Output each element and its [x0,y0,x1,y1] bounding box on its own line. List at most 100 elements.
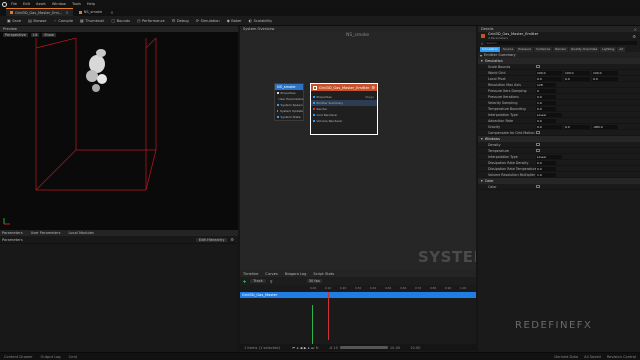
tab-ns-smoke[interactable]: NS_smoke × [75,8,118,16]
thumbnail-button[interactable]: ▦ Thumbnail [79,17,105,25]
skip-end-icon[interactable]: ⏭ [311,346,314,350]
filter-tab-quality-overrides[interactable]: Quality Overrides [568,46,600,52]
params-tab-1[interactable]: User Parameters [31,231,61,235]
property-value-field[interactable]: 100.0 [564,70,590,75]
timeline-tab-3[interactable]: Script Stats [313,272,334,276]
track-button[interactable]: Track [250,279,266,283]
details-tab[interactable]: Details [481,27,493,31]
system-overview-tab[interactable]: System Overview [243,27,274,31]
timeline-tab-1[interactable]: Curves [265,272,277,276]
system-overview-graph[interactable]: System Overview NS_smoke NS_smoke Proper… [240,26,476,270]
performance-button[interactable]: ◷ Performance [136,17,166,25]
property-value-field[interactable]: 0.0 [592,76,618,81]
status-all-saved[interactable]: All Saved [584,355,601,359]
next-frame-icon[interactable]: ▸ [308,346,310,350]
save-button[interactable]: ▣ Save [6,17,22,25]
range-scrollbar[interactable] [339,346,388,349]
debug-button[interactable]: ⚙ Debug [171,17,190,25]
filter-tab-pressure[interactable]: Pressure [516,46,534,52]
property-value-field[interactable]: -980.0 [592,124,618,129]
settings-icon[interactable]: ⚙ [632,34,636,39]
tab-emitter[interactable]: Grid3D_Gas_Master_Emi... × [6,8,73,16]
prev-frame-icon[interactable]: ◂ [297,346,299,350]
menu-asset[interactable]: Asset [36,2,46,6]
emitter-track-bar[interactable] [310,291,476,340]
status-content-drawer[interactable]: Content Drawer [4,355,33,359]
close-icon[interactable]: × [110,10,113,15]
close-icon[interactable]: × [65,10,68,15]
property-value-field[interactable]: 1.0 [536,172,556,177]
property-value-field[interactable]: 0.0 [536,166,556,171]
filter-tab-render[interactable]: Render [553,46,568,52]
browse-button[interactable]: ▤ Browse [27,17,47,25]
preview-viewport[interactable]: Preview Perspective Lit Show [0,26,238,230]
compile-button[interactable]: ✓ Compile [52,17,74,25]
menu-tools[interactable]: Tools [72,2,81,6]
property-value-field[interactable]: 0.0 [536,160,556,165]
loop-icon[interactable]: ↻ [316,346,319,350]
edit-hierarchy-button[interactable]: Edit Hierarchy [195,237,228,242]
params-tab-2[interactable]: Local Modules [68,231,93,235]
menu-edit[interactable]: Edit [23,2,30,6]
filter-icon[interactable]: ⚲ [270,279,273,284]
property-value-field[interactable]: 128 [536,82,556,87]
property-checkbox[interactable] [536,142,540,147]
property-value-field[interactable]: Linear [536,112,562,117]
show-button[interactable]: Show [42,33,56,37]
property-value-field[interactable]: 0.0 [536,106,556,111]
property-value-field[interactable]: 0.0 [536,94,556,99]
timeline-tab-2[interactable]: Niagara Log [285,272,307,276]
fps-selector[interactable]: 30 fps [306,279,322,283]
property-value-field[interactable]: 100.0 [592,70,618,75]
preview-tab[interactable]: Preview [3,27,17,31]
scalability-button[interactable]: ◐ Scalability [248,17,273,25]
emitter-track[interactable]: Grid3D_Gas_Master [240,291,310,298]
property-value-field[interactable]: 0.0 [564,124,590,129]
property-checkbox[interactable] [536,64,540,69]
emitter-node[interactable]: Grid3D_Gas_Master_Emitter ⚙ Properties St… [310,83,378,135]
skip-start-icon[interactable]: ⏮ [292,346,295,350]
property-value-field[interactable]: 100.0 [536,70,562,75]
property-checkbox[interactable] [536,184,540,189]
status-cmd[interactable]: Cmd [69,355,77,359]
menu-window[interactable]: Window [52,2,66,6]
property-checkbox[interactable] [536,130,540,135]
gear-icon[interactable]: ⚙ [230,237,234,242]
filter-tab-lighting[interactable]: Lighting [600,46,617,52]
menu-file[interactable]: File [11,2,17,6]
system-node-row[interactable]: System State [275,114,303,120]
add-track-icon[interactable]: ✚ [243,279,246,284]
property-value-field[interactable]: 0.0 [564,76,590,81]
bounds-button[interactable]: ▢ Bounds [110,17,131,25]
property-value-field[interactable]: 0.0 [536,76,562,81]
property-value-field[interactable]: Linear [536,154,562,159]
play-icon[interactable]: ▶ [304,346,307,350]
play-reverse-icon[interactable]: ◀ [300,346,303,350]
property-value-field[interactable]: 0 [536,88,556,93]
lit-mode-button[interactable]: Lit [30,33,40,37]
node-options-icon[interactable]: ⚙ [371,85,375,90]
view-mode-button[interactable]: Perspective [3,33,28,37]
filter-tab-collisions[interactable]: Collisions [534,46,553,52]
details-search-input[interactable]: Search [485,41,637,45]
status-revision-control[interactable]: Revision Control [607,355,636,359]
filter-tab-ad[interactable]: Ad [617,46,626,52]
property-checkbox[interactable] [536,148,540,153]
emitter-node-row[interactable]: Volume Renderer [311,118,377,124]
filter-tab-source[interactable]: Source [500,46,516,52]
property-value-field[interactable]: 0.0 [536,118,556,123]
simulation-button[interactable]: ⟳ Simulation [195,17,221,25]
playhead-line[interactable] [328,291,329,340]
status-derived-data[interactable]: Derived Data [554,355,578,359]
property-value-field[interactable]: 1.0 [536,100,556,105]
baker-button[interactable]: ◆ Baker [226,17,243,25]
property-value-field[interactable]: 0.0 [536,124,562,129]
status-output-log[interactable]: Output Log [41,355,61,359]
menu-help[interactable]: Help [87,2,95,6]
params-tab-0[interactable]: Parameters [2,231,23,235]
filter-tab-simulation[interactable]: Simulation [480,46,500,52]
unreal-logo-icon[interactable] [2,1,7,7]
timeline-tab-0[interactable]: Timeline [243,272,258,276]
system-node[interactable]: NS_smoke Properties User Parameters System… [274,83,304,121]
close-icon[interactable]: × [634,27,640,32]
